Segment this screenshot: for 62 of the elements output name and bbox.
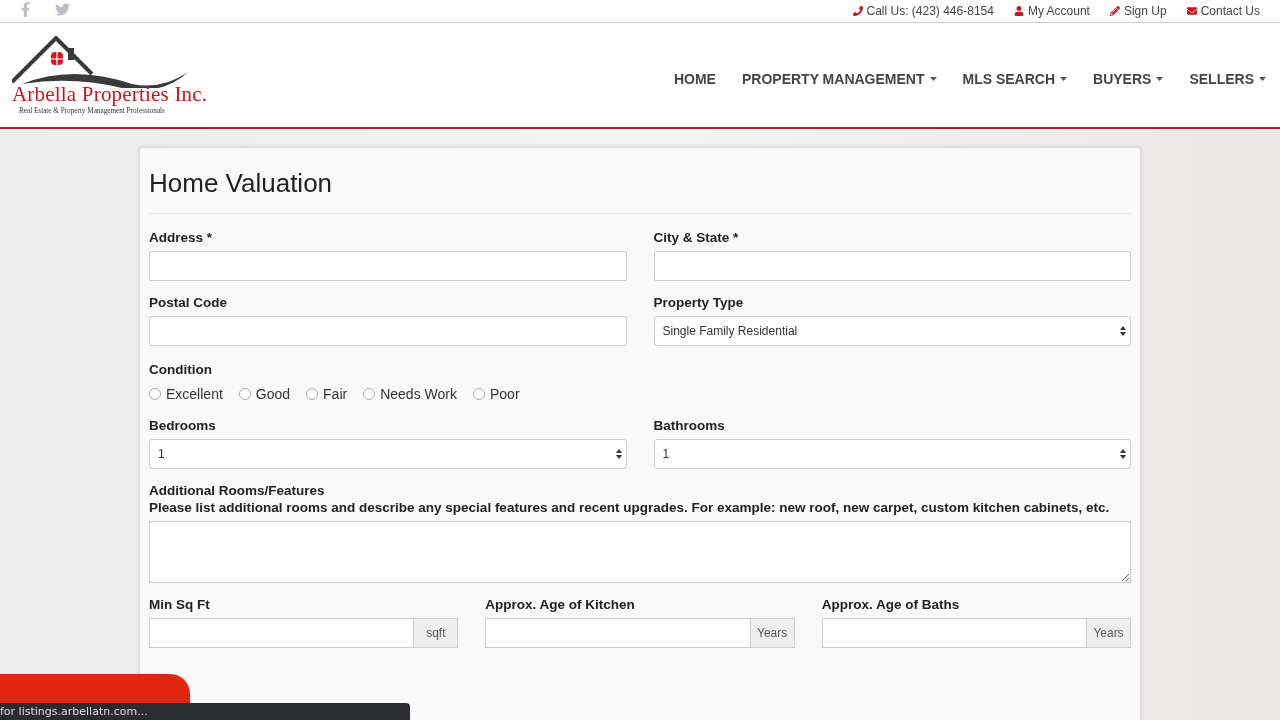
twitter-icon[interactable]	[55, 1, 70, 17]
radio-icon[interactable]	[363, 388, 376, 400]
caret-icon	[929, 77, 937, 81]
logo-name: Arbella Properties Inc.	[12, 81, 209, 107]
select-field[interactable]: 1	[653, 439, 1131, 469]
radio-icon[interactable]	[149, 388, 161, 400]
field-hint: Please list additional rooms and describe any special features and recent upgrades. For example: new roof, new carpet, custom kitchen cabinets, etc.	[149, 500, 1111, 515]
radio-option[interactable]: Excellent	[149, 386, 223, 402]
caret-icon	[1259, 77, 1266, 81]
top-link[interactable]: Contact Us	[1186, 4, 1260, 18]
status-text: for listings.arbellatn.com...	[0, 705, 148, 718]
unit-addon: sqft	[414, 618, 459, 648]
input-field[interactable]	[653, 251, 1131, 281]
field-label: Bathrooms	[653, 418, 726, 433]
input-field[interactable]	[149, 316, 627, 346]
unit-addon: Years	[750, 618, 795, 648]
input-field[interactable]	[485, 618, 751, 648]
radio-option[interactable]: Fair	[306, 386, 348, 402]
field-label: Min Sq Ft	[149, 597, 211, 612]
radio-icon[interactable]	[306, 388, 319, 400]
nav-item[interactable]: MLS SEARCH	[962, 71, 1068, 87]
user-icon	[1013, 6, 1024, 16]
radio-option[interactable]: Good	[238, 386, 291, 402]
form-title: Home Valuation	[149, 168, 1131, 214]
facebook-icon[interactable]	[18, 1, 33, 17]
chat-tab[interactable]	[0, 674, 190, 703]
nav-item[interactable]: HOME	[673, 71, 716, 87]
field-label: Address *	[149, 230, 214, 245]
textarea-field[interactable]	[149, 521, 1131, 583]
top-link[interactable]: Call Us: (423) 446-8154	[852, 4, 994, 18]
house-logo-icon	[12, 35, 188, 88]
top-link[interactable]: Sign Up	[1109, 4, 1167, 18]
nav-item[interactable]: BUYERS	[1093, 71, 1164, 87]
field-label: Approx. Age of Baths	[821, 597, 961, 612]
field-label: Property Type	[653, 295, 745, 310]
select-arrows-icon	[1120, 449, 1126, 459]
nav-item[interactable]: SELLERS	[1189, 71, 1266, 87]
select-field[interactable]: Single Family Residential	[653, 316, 1131, 346]
nav-item[interactable]: PROPERTY MANAGEMENT	[741, 71, 937, 87]
pencil-icon	[1109, 6, 1120, 16]
field-label: Bedrooms	[149, 418, 217, 433]
radio-option[interactable]: Poor	[472, 386, 520, 402]
input-field[interactable]	[149, 251, 627, 281]
top-link[interactable]: My Account	[1013, 4, 1090, 18]
caret-icon	[1060, 77, 1068, 81]
envelope-icon	[1186, 6, 1197, 16]
input-field[interactable]	[149, 618, 415, 648]
phone-icon	[852, 6, 863, 16]
field-label: Additional Rooms/Features	[149, 483, 326, 498]
field-label: Approx. Age of Kitchen	[485, 597, 636, 612]
field-label: Condition	[149, 362, 212, 377]
unit-addon: Years	[1087, 618, 1131, 648]
radio-icon[interactable]	[472, 388, 485, 400]
field-label: Postal Code	[149, 295, 228, 310]
field-label: City & State *	[653, 230, 740, 245]
select-field[interactable]: 1	[149, 439, 627, 469]
radio-option[interactable]: Needs Work	[363, 386, 457, 402]
input-field[interactable]	[821, 618, 1087, 648]
select-arrows-icon	[615, 449, 622, 459]
radio-icon[interactable]	[238, 388, 251, 400]
caret-icon	[1156, 77, 1164, 81]
select-arrows-icon	[1120, 326, 1126, 336]
